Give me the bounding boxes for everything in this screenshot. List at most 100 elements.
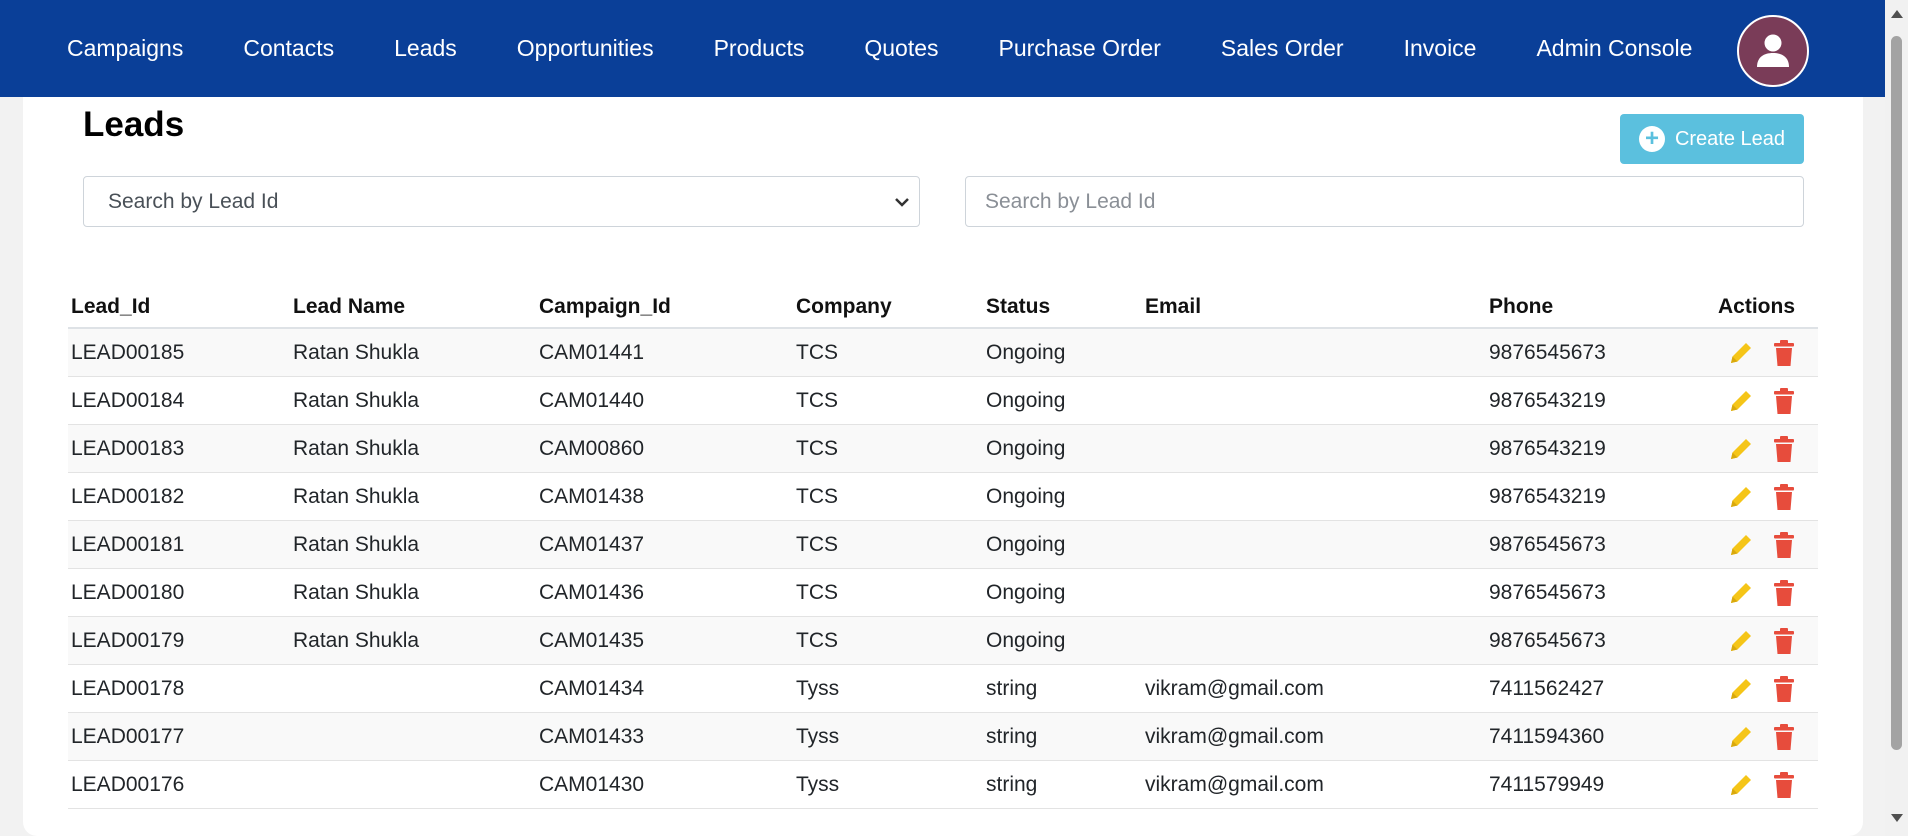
pencil-icon[interactable] [1727,531,1755,559]
create-lead-label: Create Lead [1674,127,1786,150]
pencil-icon[interactable] [1727,675,1755,703]
phone-cell: 9876545673 [1486,568,1715,617]
user-icon [1757,34,1789,67]
actions-cell [1715,424,1818,473]
email-cell [1142,568,1486,617]
scroll-up-arrow-icon[interactable] [1891,10,1903,18]
trash-icon[interactable] [1773,675,1795,703]
row-actions [1718,483,1818,511]
status-cell: string [983,664,1142,713]
status-cell: Ongoing [983,520,1142,569]
leads-table: Lead_Id Lead Name Campaign_Id Company St… [68,287,1818,809]
email-cell: vikram@gmail.com [1142,664,1486,713]
column-header-company: Company [793,287,983,329]
company-cell: TCS [793,616,983,665]
table-row: LEAD00183 Ratan Shukla CAM00860 TCS Ongoing 9… [68,424,1818,473]
phone-cell: 9876545673 [1486,616,1715,665]
lead-name-cell: Ratan Shukla [290,376,536,425]
row-actions [1718,435,1818,463]
nav-item-admin-console[interactable]: Admin Console [1536,35,1692,62]
campaign-id-cell: CAM01437 [536,520,793,569]
status-cell: Ongoing [983,376,1142,425]
scroll-down-arrow-icon[interactable] [1891,814,1903,822]
pencil-icon[interactable] [1727,387,1755,415]
lead-name-cell: Ratan Shukla [290,520,536,569]
actions-cell [1715,616,1818,665]
table-row: LEAD00176 CAM01430 Tyss string vikram@gmail.… [68,760,1818,809]
pencil-icon[interactable] [1727,579,1755,607]
pencil-icon[interactable] [1727,771,1755,799]
nav-item-leads[interactable]: Leads [394,35,457,62]
status-cell: Ongoing [983,424,1142,473]
company-cell: TCS [793,424,983,473]
column-header-phone: Phone [1486,287,1715,329]
status-cell: string [983,712,1142,761]
status-cell: Ongoing [983,328,1142,377]
create-lead-button[interactable]: + Create Lead [1620,114,1804,164]
search-input[interactable] [965,176,1804,227]
email-cell [1142,424,1486,473]
trash-icon[interactable] [1773,483,1795,511]
nav-menu: Campaigns Contacts Leads Opportunities P… [67,0,1752,97]
table-row: LEAD00182 Ratan Shukla CAM01438 TCS Ongoing 9… [68,472,1818,521]
trash-icon[interactable] [1773,627,1795,655]
table-row: LEAD00180 Ratan Shukla CAM01436 TCS Ongoing 9… [68,568,1818,617]
nav-item-campaigns[interactable]: Campaigns [67,35,183,62]
lead-name-cell: Ratan Shukla [290,472,536,521]
column-header-lead-id: Lead_Id [68,287,290,329]
nav-item-products[interactable]: Products [714,35,805,62]
phone-cell: 9876543219 [1486,472,1715,521]
trash-icon[interactable] [1773,435,1795,463]
trash-icon[interactable] [1773,387,1795,415]
pencil-icon[interactable] [1727,435,1755,463]
status-cell: Ongoing [983,616,1142,665]
table-header-row: Lead_Id Lead Name Campaign_Id Company St… [68,287,1818,329]
campaign-id-cell: CAM01434 [536,664,793,713]
campaign-id-cell: CAM01438 [536,472,793,521]
column-header-campaign-id: Campaign_Id [536,287,793,329]
lead-id-cell: LEAD00181 [68,520,290,569]
nav-item-contacts[interactable]: Contacts [243,35,334,62]
lead-id-cell: LEAD00184 [68,376,290,425]
search-filter-value: Search by Lead Id [108,189,279,213]
phone-cell: 7411579949 [1486,760,1715,809]
trash-icon[interactable] [1773,723,1795,751]
company-cell: Tyss [793,760,983,809]
phone-cell: 7411594360 [1486,712,1715,761]
pencil-icon[interactable] [1727,723,1755,751]
column-header-email: Email [1142,287,1486,329]
row-actions [1718,339,1818,367]
row-actions [1718,675,1818,703]
pencil-icon[interactable] [1727,483,1755,511]
status-cell: string [983,760,1142,809]
email-cell [1142,616,1486,665]
lead-id-cell: LEAD00183 [68,424,290,473]
trash-icon[interactable] [1773,531,1795,559]
pencil-icon[interactable] [1727,339,1755,367]
company-cell: Tyss [793,712,983,761]
search-filter-select[interactable]: Search by Lead Id [83,176,920,227]
actions-cell [1715,760,1818,809]
lead-id-cell: LEAD00178 [68,664,290,713]
nav-item-sales-order[interactable]: Sales Order [1221,35,1344,62]
campaign-id-cell: CAM01441 [536,328,793,377]
page-scrollbar[interactable] [1885,0,1908,836]
lead-name-cell [290,712,536,761]
actions-cell [1715,328,1818,377]
nav-item-opportunities[interactable]: Opportunities [517,35,654,62]
row-actions [1718,579,1818,607]
nav-item-invoice[interactable]: Invoice [1404,35,1477,62]
lead-id-cell: LEAD00185 [68,328,290,377]
avatar[interactable] [1737,15,1809,87]
scroll-thumb[interactable] [1891,36,1902,750]
trash-icon[interactable] [1773,771,1795,799]
nav-item-quotes[interactable]: Quotes [864,35,938,62]
nav-item-purchase-order[interactable]: Purchase Order [999,35,1161,62]
trash-icon[interactable] [1773,579,1795,607]
table-row: LEAD00185 Ratan Shukla CAM01441 TCS Ongoing 9… [68,328,1818,377]
trash-icon[interactable] [1773,339,1795,367]
actions-cell [1715,520,1818,569]
email-cell [1142,472,1486,521]
campaign-id-cell: CAM00860 [536,424,793,473]
pencil-icon[interactable] [1727,627,1755,655]
